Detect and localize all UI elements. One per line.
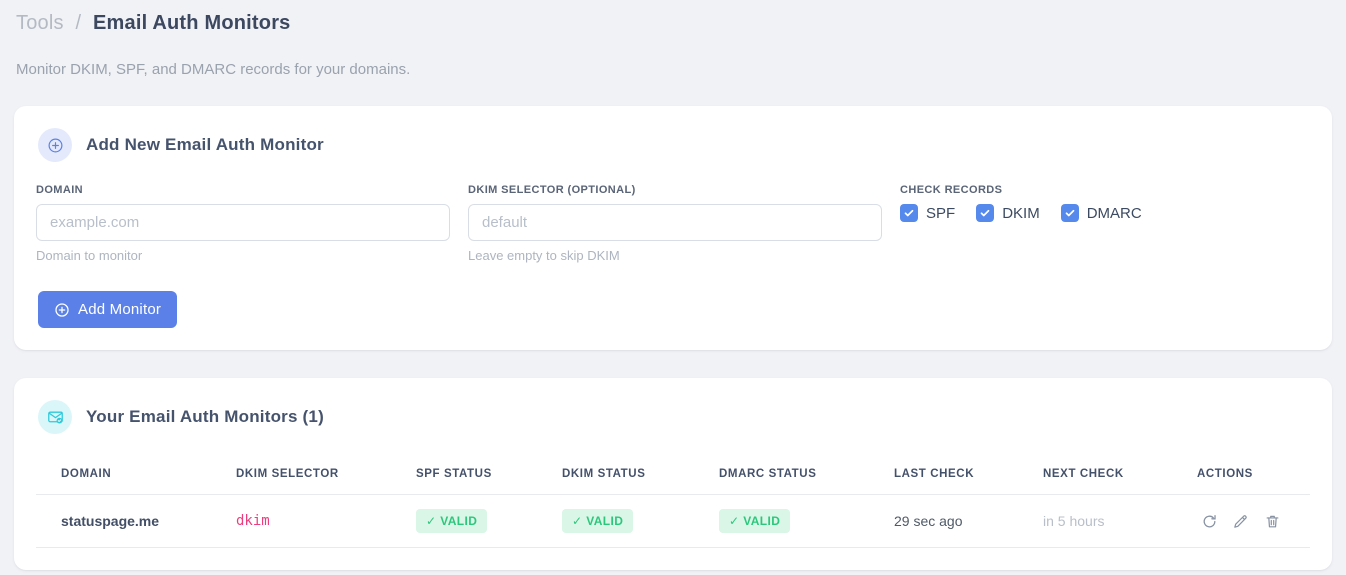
- dkim-selector-input[interactable]: [468, 204, 882, 241]
- monitor-last-check: 29 sec ago: [894, 494, 1043, 548]
- monitor-domain: statuspage.me: [36, 494, 236, 548]
- table-header-row: DOMAIN DKIM SELECTOR SPF STATUS DKIM STA…: [36, 456, 1310, 495]
- breadcrumb-separator: /: [75, 12, 82, 34]
- checkbox-dmarc[interactable]: DMARC: [1060, 204, 1142, 222]
- add-monitor-card-title: Add New Email Auth Monitor: [86, 135, 324, 154]
- checkbox-spf-label: SPF: [926, 204, 956, 222]
- page-title: Email Auth Monitors: [93, 12, 291, 34]
- page: Tools / Email Auth Monitors Monitor DKIM…: [0, 0, 1346, 570]
- dmarc-status-badge: ✓ VALID: [719, 509, 791, 533]
- add-monitor-button-label: Add Monitor: [78, 301, 162, 318]
- column-header-last-check: LAST CHECK: [894, 456, 1043, 495]
- dkim-status-badge: ✓ VALID: [562, 509, 634, 533]
- dkim-selector-field-group: DKIM SELECTOR (OPTIONAL) Leave empty to …: [468, 184, 882, 263]
- checkbox-checked-icon: [900, 204, 918, 222]
- monitors-card-header: Your Email Auth Monitors (1): [36, 400, 1310, 434]
- add-monitor-card: Add New Email Auth Monitor DOMAIN Domain…: [14, 106, 1332, 350]
- column-header-dkim-status: DKIM STATUS: [562, 456, 719, 495]
- domain-field-hint: Domain to monitor: [36, 248, 143, 263]
- check-records-label: CHECK RECORDS: [900, 184, 1003, 196]
- checkbox-dmarc-label: DMARC: [1086, 204, 1142, 222]
- plus-circle-icon: [54, 302, 70, 318]
- column-header-spf-status: SPF STATUS: [416, 456, 562, 495]
- edit-button[interactable]: [1229, 509, 1253, 533]
- add-monitor-form: DOMAIN Domain to monitor DKIM SELECTOR (…: [36, 184, 1310, 263]
- monitors-card: Your Email Auth Monitors (1) DOMAIN DKIM…: [14, 378, 1332, 570]
- pencil-icon: [1232, 513, 1249, 530]
- add-monitor-button[interactable]: Add Monitor: [38, 291, 178, 328]
- monitors-card-title: Your Email Auth Monitors (1): [86, 407, 324, 426]
- domain-input[interactable]: [36, 204, 450, 241]
- checkbox-dkim-label: DKIM: [1002, 204, 1040, 222]
- column-header-dkim-selector: DKIM SELECTOR: [236, 456, 416, 495]
- trash-icon: [1264, 513, 1281, 530]
- plus-circle-icon: [38, 128, 72, 162]
- monitor-next-check: in 5 hours: [1043, 494, 1197, 548]
- refresh-button[interactable]: [1197, 509, 1221, 533]
- spf-status-badge: ✓ VALID: [416, 509, 488, 533]
- column-header-actions: ACTIONS: [1197, 456, 1310, 495]
- checkbox-dkim[interactable]: DKIM: [976, 204, 1040, 222]
- delete-button[interactable]: [1261, 509, 1285, 533]
- monitors-table: DOMAIN DKIM SELECTOR SPF STATUS DKIM STA…: [36, 456, 1310, 548]
- envelope-check-icon: [38, 400, 72, 434]
- checkbox-spf[interactable]: SPF: [900, 204, 955, 222]
- check-records-group: CHECK RECORDS SPF DKIM DMARC: [900, 184, 1142, 222]
- dkim-selector-field-label: DKIM SELECTOR (OPTIONAL): [468, 184, 636, 196]
- checkbox-checked-icon: [1060, 204, 1079, 222]
- column-header-next-check: NEXT CHECK: [1043, 456, 1197, 495]
- dkim-selector-field-hint: Leave empty to skip DKIM: [468, 248, 620, 263]
- table-row: statuspage.me dkim ✓ VALID ✓ VALID ✓ VAL…: [36, 494, 1310, 548]
- column-header-dmarc-status: DMARC STATUS: [719, 456, 894, 495]
- domain-field-group: DOMAIN Domain to monitor: [36, 184, 450, 263]
- monitor-dkim-selector: dkim: [236, 494, 416, 548]
- refresh-icon: [1201, 513, 1218, 530]
- column-header-domain: DOMAIN: [36, 456, 236, 495]
- domain-field-label: DOMAIN: [36, 184, 84, 196]
- checkbox-checked-icon: [976, 204, 995, 222]
- add-monitor-card-header: Add New Email Auth Monitor: [36, 128, 1310, 162]
- breadcrumb-tools-link[interactable]: Tools: [16, 12, 64, 34]
- page-subtitle: Monitor DKIM, SPF, and DMARC records for…: [16, 61, 411, 78]
- check-records-options: SPF DKIM DMARC: [900, 204, 1142, 222]
- breadcrumb: Tools / Email Auth Monitors: [14, 12, 1332, 35]
